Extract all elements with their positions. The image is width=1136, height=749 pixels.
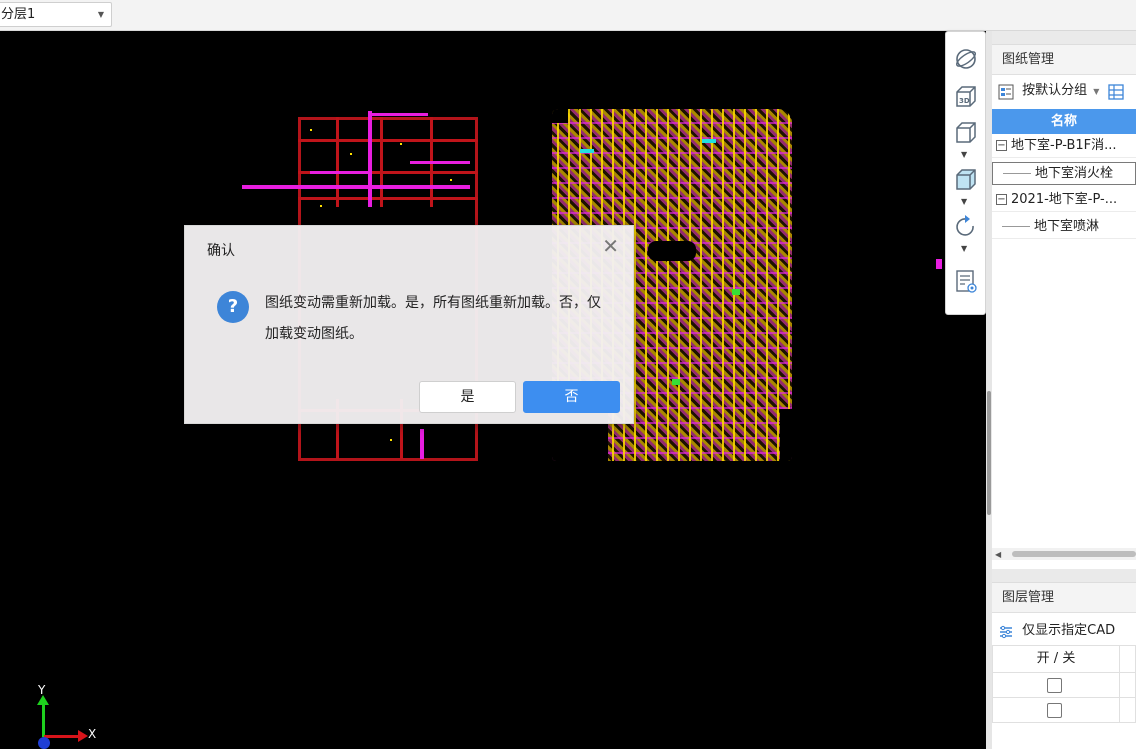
axis-x-label: X: [88, 727, 97, 741]
layer-panel-title: 图层管理: [992, 583, 1136, 613]
tree-item-label: 地下室喷淋: [1034, 219, 1100, 234]
layer-visibility-icon[interactable]: [953, 268, 979, 294]
table-row: [992, 672, 1120, 698]
layer-toggle-checkbox[interactable]: [1047, 678, 1062, 693]
tree-item[interactable]: − 地下室-P-B1F消...: [992, 135, 1136, 158]
drawing-panel-title: 图纸管理: [992, 45, 1136, 75]
chevron-down-icon: ▼: [97, 10, 104, 19]
column-on-off: 开 / 关: [992, 645, 1120, 673]
axis-x-arrow: [78, 730, 88, 742]
filter-button-label: 仅显示指定CAD: [1022, 623, 1116, 638]
tree-item-label: 2021-地下室-P-...: [1011, 192, 1118, 207]
layers-filter-icon: [998, 623, 1014, 639]
group-button-label: 按默认分组: [1022, 83, 1088, 98]
dialog-message: 图纸变动需重新加载。是，所有图纸重新加载。否，仅加载变动图纸。: [265, 295, 601, 342]
view-toolbar: 3D ▼ ▼ ▼: [945, 31, 986, 315]
table-row: [992, 697, 1120, 723]
yes-button[interactable]: 是: [419, 381, 516, 413]
horizontal-scrollbar[interactable]: ◀: [992, 548, 1136, 560]
top-toolbar: 分层1 ▼: [0, 0, 1136, 31]
axis-x-line: [44, 735, 80, 738]
cad-marker: [936, 259, 942, 269]
confirm-dialog: 确认 ✕ ? 图纸变动需重新加载。是，所有图纸重新加载。否，仅加载变动图纸。 是…: [184, 225, 634, 424]
group-icon: [998, 83, 1014, 99]
chevron-left-icon[interactable]: ◀: [995, 550, 1001, 559]
no-button[interactable]: 否: [523, 381, 620, 413]
question-icon: ?: [217, 291, 249, 323]
orbit-icon[interactable]: [953, 46, 979, 72]
collapse-icon[interactable]: −: [996, 194, 1007, 205]
splitter-grip[interactable]: [987, 391, 991, 515]
axis-y-line: [42, 703, 45, 737]
collapse-icon[interactable]: −: [996, 140, 1007, 151]
tree-item-selected[interactable]: 地下室消火栓: [992, 162, 1136, 185]
close-icon[interactable]: ✕: [602, 236, 619, 256]
tree-item[interactable]: 地下室喷淋: [992, 216, 1136, 239]
rotate-icon[interactable]: [953, 214, 979, 240]
layer-select[interactable]: 分层1 ▼: [0, 2, 112, 27]
layer-toggle-checkbox[interactable]: [1047, 703, 1062, 718]
tree-column-name: 名称: [992, 109, 1136, 134]
chevron-down-icon[interactable]: ▼: [961, 197, 967, 206]
group-by-default-button[interactable]: 按默认分组 ▼: [992, 77, 1136, 105]
show-specified-cad-button[interactable]: 仅显示指定CAD: [992, 617, 1136, 645]
grid-icon[interactable]: [1107, 83, 1124, 100]
layer-select-value: 分层1: [1, 7, 36, 22]
right-panel: 图纸管理 按默认分组 ▼ 名称 − 地下室-P-B1F消... 地下室消火栓 −2…: [992, 31, 1136, 749]
svg-text:3D: 3D: [959, 97, 970, 105]
tree-item-label: 地下室消火栓: [1035, 166, 1114, 181]
scrollbar-thumb[interactable]: [1012, 551, 1136, 557]
cube-shaded-icon[interactable]: [953, 167, 979, 193]
coordinate-axis: Y X: [30, 683, 110, 749]
chevron-down-icon[interactable]: ▼: [961, 150, 967, 159]
cube-wireframe-icon[interactable]: [953, 120, 979, 146]
chevron-down-icon[interactable]: ▼: [961, 244, 967, 253]
3d-view-icon[interactable]: 3D: [953, 84, 979, 110]
axis-origin: [38, 737, 50, 749]
dialog-title: 确认: [207, 243, 235, 259]
chevron-down-icon[interactable]: ▼: [1093, 87, 1099, 96]
tree-item-label: 地下室-P-B1F消...: [1011, 138, 1117, 153]
tree-item[interactable]: −2021-地下室-P-...: [992, 189, 1136, 212]
